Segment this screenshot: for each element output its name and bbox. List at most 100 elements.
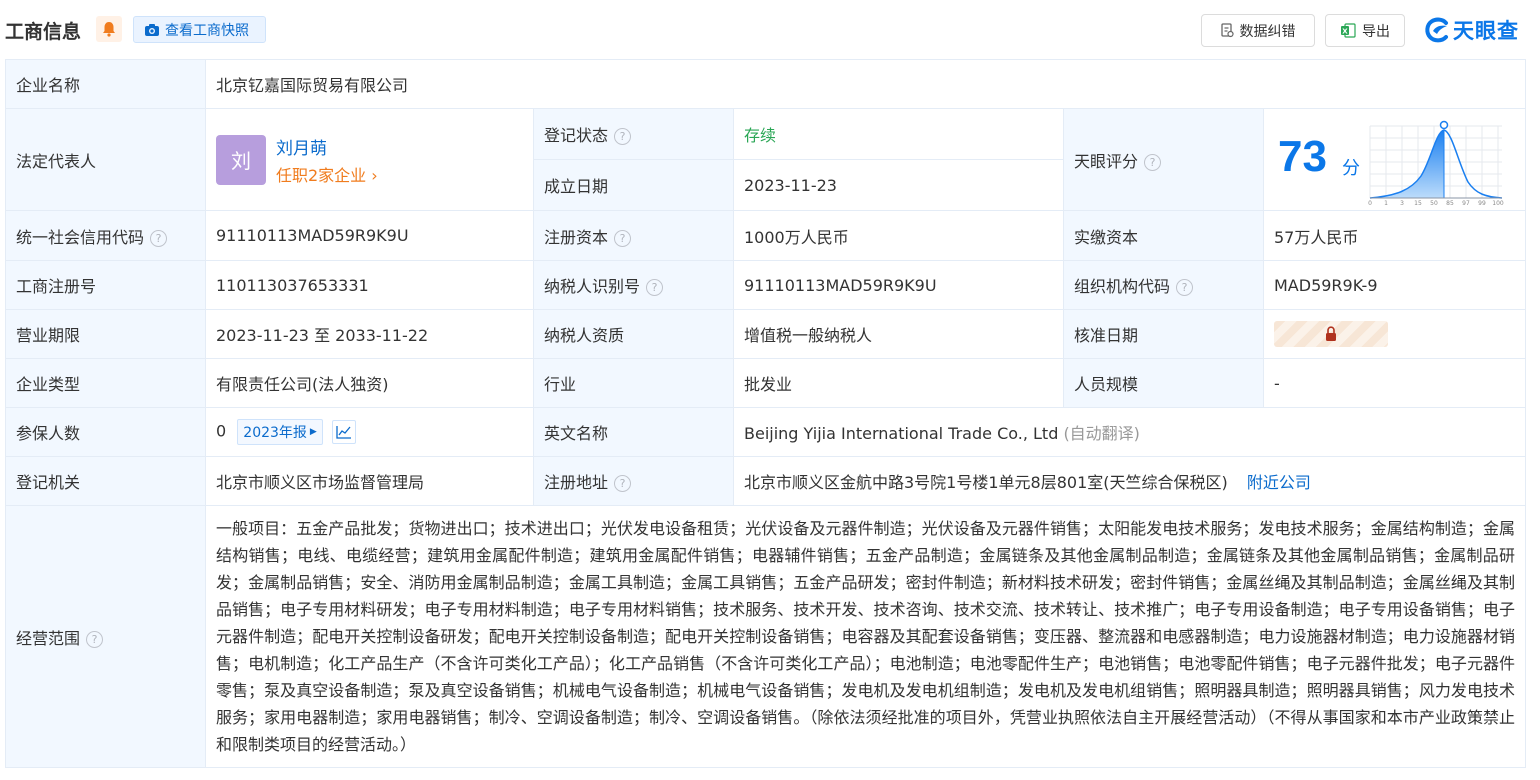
help-icon[interactable]: ?: [86, 630, 104, 648]
industry-label: 行业: [533, 358, 734, 408]
trend-chart-button[interactable]: [331, 420, 356, 444]
section-header: 工商信息 查看工商快照 数据纠错 X 导出 天眼查: [0, 0, 1540, 58]
english-name-label: 英文名称: [533, 407, 734, 457]
reg-number-label: 工商注册号: [5, 260, 206, 310]
org-code-label-cell: 组织机构代码?: [1063, 260, 1264, 310]
org-code: MAD59R9K-9: [1262, 260, 1527, 310]
score-distribution-chart: 0 1 3 15 50 85 97 99 100: [1368, 120, 1504, 206]
score-marker: [1439, 120, 1449, 129]
authority: 北京市顺义区市场监督管理局: [205, 456, 534, 506]
tax-id: 91110113MAD59R9K9U: [733, 260, 1064, 310]
line-chart-icon: [336, 426, 351, 439]
company-type-label: 企业类型: [5, 358, 206, 408]
status-label-cell: 登记状态?: [533, 108, 734, 160]
paid-capital: 57万人民币: [1262, 210, 1527, 261]
business-scope: 一般项目：五金产品批发；货物进出口；技术进出口；光伏发电设备租赁；光伏设备及元器…: [204, 505, 1527, 768]
avatar[interactable]: 刘: [216, 134, 266, 185]
business-info-table: 企业名称 北京钇嘉国际贸易有限公司 法定代表人 刘 刘月萌 任职2家企业 › 登…: [5, 59, 1527, 768]
insured-count-cell: 0 2023年报 ▶: [205, 407, 534, 457]
bell-icon[interactable]: [96, 16, 122, 42]
export-label: 导出: [1362, 23, 1390, 40]
address-cell: 北京市顺义区金航中路3号院1号楼1单元8层801室(天竺综合保税区) 附近公司: [732, 456, 1527, 506]
help-icon[interactable]: ?: [614, 229, 632, 247]
legal-rep-label: 法定代表人: [5, 108, 206, 211]
camera-icon: [145, 23, 159, 36]
table-row: 企业类型 有限责任公司(法人独资) 行业 批发业 人员规模 -: [5, 358, 1527, 408]
data-correction-button[interactable]: 数据纠错: [1201, 14, 1315, 47]
score-tick-label: 1: [1384, 200, 1388, 206]
credit-code: 91110113MAD59R9K9U: [205, 210, 534, 261]
svg-text:X: X: [1342, 28, 1348, 36]
data-correction-label: 数据纠错: [1239, 23, 1296, 40]
help-icon[interactable]: ?: [1176, 279, 1194, 296]
score-label-cell: 天眼评分?: [1063, 108, 1264, 211]
score-unit: 分: [1342, 157, 1360, 179]
company-type: 有限责任公司(法人独资): [205, 358, 534, 408]
english-name-cell: Beijing Yijia International Trade Co., L…: [732, 407, 1527, 457]
authority-label: 登记机关: [5, 456, 206, 506]
score-tick-label: 50: [1430, 200, 1438, 206]
tax-id-label-cell: 纳税人识别号?: [533, 260, 734, 310]
table-row: 法定代表人 刘 刘月萌 任职2家企业 › 登记状态? 存续 天眼评分? 73 分: [5, 108, 1527, 211]
score-tick-label: 0: [1368, 200, 1372, 206]
score-tick-label: 100: [1492, 200, 1504, 206]
org-code-label: 组织机构代码: [1074, 277, 1171, 296]
address-label: 注册地址: [544, 473, 609, 492]
document-edit-icon: [1220, 23, 1234, 38]
table-row: 统一社会信用代码? 91110113MAD59R9K9U 注册资本? 1000万…: [5, 210, 1527, 261]
help-icon[interactable]: ?: [150, 229, 168, 247]
score-value: 73: [1278, 131, 1327, 181]
tax-id-label: 纳税人识别号: [544, 277, 641, 296]
help-icon[interactable]: ?: [646, 279, 664, 296]
found-date: 2023-11-23: [733, 159, 1064, 211]
legal-rep-companies-label: 任职2家企业: [276, 165, 367, 185]
score-tick-label: 3: [1400, 200, 1404, 206]
tianyancha-logo-icon: [1425, 17, 1448, 43]
table-row: 工商注册号 110113037653331 纳税人识别号? 91110113MA…: [5, 260, 1527, 310]
score-tick-label: 15: [1414, 200, 1422, 206]
paid-capital-label: 实缴资本: [1063, 210, 1264, 261]
section-title: 工商信息: [5, 21, 82, 43]
table-row: 参保人数 0 2023年报 ▶ 英文名称 Beijing Yijia Intern…: [5, 407, 1527, 457]
score-cell[interactable]: 73 分 0 1 3 15 50 85 97 99 100: [1262, 108, 1527, 211]
english-name: Beijing Yijia International Trade Co., L…: [744, 424, 1059, 443]
legal-rep-companies-link[interactable]: 任职2家企业 ›: [276, 162, 378, 186]
excel-icon: X: [1341, 23, 1356, 38]
legal-rep-name[interactable]: 刘月萌: [276, 134, 378, 159]
insured-count: 0: [216, 421, 227, 441]
score-tick-label: 99: [1478, 200, 1486, 206]
help-icon[interactable]: ?: [614, 475, 632, 492]
found-date-label: 成立日期: [533, 159, 734, 211]
lock-icon: [1326, 326, 1336, 341]
business-term: 2023-11-23 至 2033-11-22: [205, 309, 534, 359]
score-tick-label: 85: [1446, 200, 1454, 206]
capital: 1000万人民币: [733, 210, 1064, 261]
brand-logo: 天眼查: [1424, 14, 1519, 46]
export-button[interactable]: X 导出: [1325, 14, 1405, 47]
industry: 批发业: [733, 358, 1064, 408]
view-snapshot-button[interactable]: 查看工商快照: [133, 16, 266, 43]
caret-right-icon: ▶: [309, 427, 317, 437]
capital-label: 注册资本: [544, 227, 609, 247]
brand-name: 天眼查: [1453, 19, 1519, 43]
table-row: 营业期限 2023-11-23 至 2033-11-22 纳税人资质 增值税一般…: [5, 309, 1527, 359]
locked-value[interactable]: [1274, 321, 1388, 347]
help-icon[interactable]: ?: [1144, 153, 1162, 171]
score-label: 天眼评分: [1074, 151, 1139, 171]
annual-report-select[interactable]: 2023年报 ▶: [237, 419, 323, 445]
status-label: 登记状态: [544, 126, 609, 145]
legal-rep-cell: 刘 刘月萌 任职2家企业 ›: [205, 108, 534, 211]
address: 北京市顺义区金航中路3号院1号楼1单元8层801室(天竺综合保税区): [744, 473, 1228, 492]
auto-translate-note: (自动翻译): [1063, 424, 1140, 443]
table-row: 企业名称 北京钇嘉国际贸易有限公司: [5, 59, 1527, 109]
scope-label-cell: 经营范围?: [5, 505, 206, 768]
credit-code-label-cell: 统一社会信用代码?: [5, 210, 206, 261]
score-curve-fill: [1370, 129, 1444, 198]
credit-code-label: 统一社会信用代码: [16, 227, 145, 247]
scope-label: 经营范围: [16, 628, 81, 648]
chevron-right-icon: ›: [371, 165, 378, 185]
nearby-companies-link[interactable]: 附近公司: [1247, 473, 1311, 492]
insured-count-label: 参保人数: [5, 407, 206, 457]
help-icon[interactable]: ?: [614, 128, 632, 145]
capital-label-cell: 注册资本?: [533, 210, 734, 261]
